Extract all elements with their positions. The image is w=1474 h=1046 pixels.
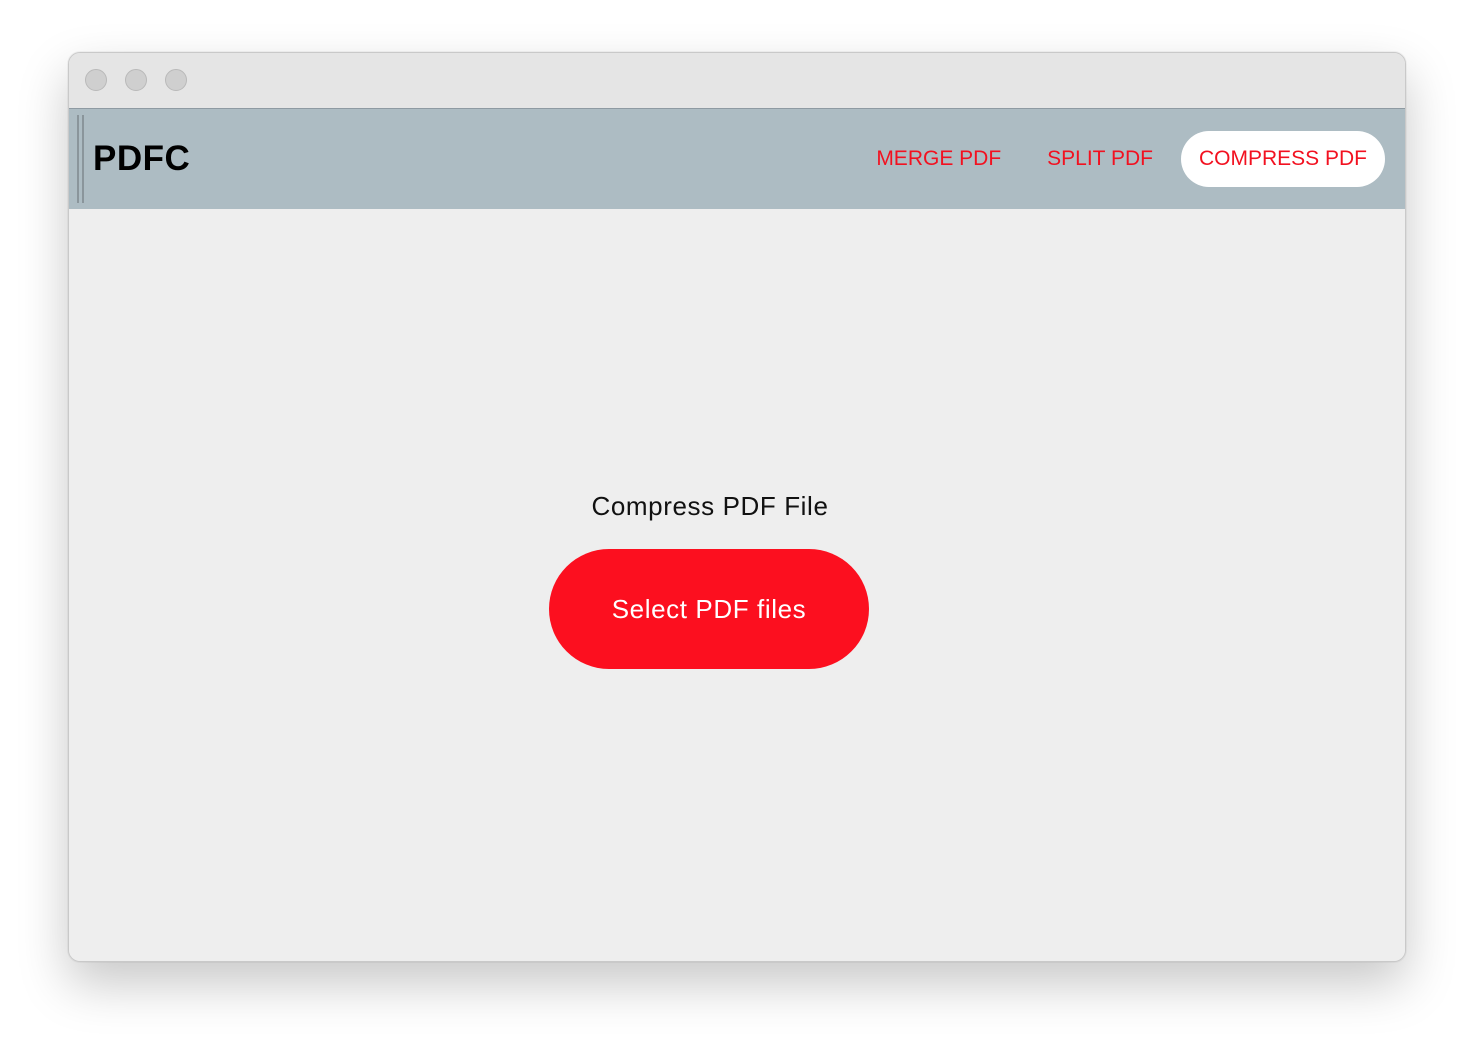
- drag-handle-icon[interactable]: [77, 115, 84, 203]
- nav-menu: MERGE PDF SPLIT PDF COMPRESS PDF: [848, 131, 1385, 187]
- nav-item-compress-pdf[interactable]: COMPRESS PDF: [1180, 131, 1385, 187]
- nav-item-merge-pdf[interactable]: MERGE PDF: [858, 131, 1019, 187]
- select-pdf-files-button[interactable]: Select PDF files: [549, 549, 869, 669]
- page-title: Compress PDF File: [591, 491, 829, 521]
- title-bar: [69, 53, 1405, 109]
- navbar: PDFC MERGE PDF SPLIT PDF COMPRESS PDF: [69, 109, 1405, 209]
- nav-item-split-pdf[interactable]: SPLIT PDF: [1029, 131, 1171, 187]
- zoom-window-button[interactable]: [165, 69, 187, 91]
- minimize-window-button[interactable]: [125, 69, 147, 91]
- close-window-button[interactable]: [85, 69, 107, 91]
- main-content: Compress PDF File Select PDF files: [69, 209, 1405, 961]
- app-window: PDFC MERGE PDF SPLIT PDF COMPRESS PDF Co…: [68, 52, 1406, 962]
- brand-logo-text: PDFC: [93, 139, 191, 178]
